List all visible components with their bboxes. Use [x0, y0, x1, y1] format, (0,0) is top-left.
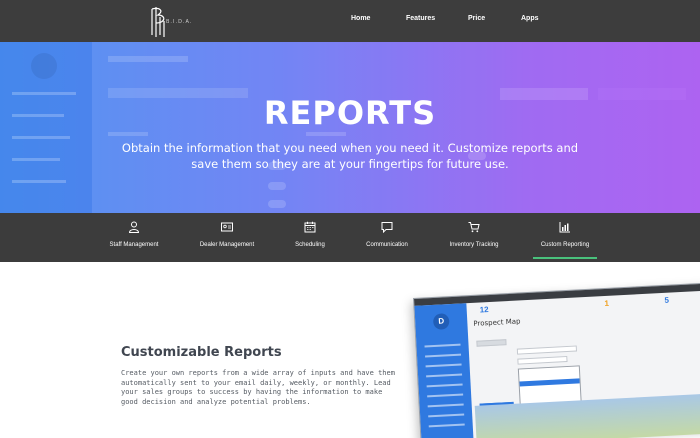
- id-card-icon: [221, 222, 233, 232]
- section-title: Customizable Reports: [121, 345, 282, 360]
- brand-logo-text: B.I.D.A.: [166, 19, 193, 25]
- mockup-sidebar: D: [414, 303, 474, 438]
- mockup-avatar: D: [432, 313, 450, 330]
- tab-label: Dealer Management: [199, 242, 255, 248]
- active-tab-indicator: [533, 257, 597, 259]
- tab-scheduling[interactable]: Scheduling: [290, 213, 330, 262]
- calendar-icon: [304, 221, 316, 233]
- mockup-sidebar-item: [425, 353, 462, 358]
- mockup-page-title: Prospect Map: [473, 317, 521, 328]
- tab-custom-reporting[interactable]: Custom Reporting: [533, 213, 597, 262]
- mockup-stat: 1: [604, 298, 610, 308]
- app-screenshot-mockup: D 12 1 5 3 Prospect Map: [413, 282, 700, 438]
- mockup-stat: 12: [479, 305, 489, 315]
- feature-tabs: Staff Management Dealer Management Sched…: [0, 213, 700, 262]
- tab-label: Custom Reporting: [540, 242, 590, 248]
- section-description: Create your own reports from a wide arra…: [121, 369, 395, 406]
- tab-inventory-tracking[interactable]: Inventory Tracking: [446, 213, 502, 262]
- mockup-sidebar-item: [425, 363, 462, 368]
- mockup-sidebar-item: [424, 343, 461, 348]
- tab-label: Inventory Tracking: [449, 242, 499, 248]
- hero-title: REPORTS: [263, 94, 437, 132]
- shopping-cart-icon: [468, 222, 480, 233]
- nav-price-link[interactable]: Price: [468, 15, 485, 22]
- mockup-input: [517, 356, 568, 365]
- mockup-stat: 5: [664, 295, 670, 305]
- nav-home-link[interactable]: Home: [351, 15, 370, 22]
- hero-banner: REPORTS Obtain the information that you …: [0, 42, 700, 213]
- chat-bubble-icon: [381, 222, 393, 233]
- nav-features-link[interactable]: Features: [406, 15, 435, 22]
- mockup-sidebar-item: [428, 413, 465, 418]
- tab-dealer-management[interactable]: Dealer Management: [185, 213, 269, 262]
- tab-label: Communication: [366, 242, 408, 248]
- bar-chart-icon: [559, 222, 570, 233]
- top-navbar: B.I.D.A. Home Features Price Apps: [0, 0, 700, 42]
- mockup-sidebar-item: [426, 383, 463, 388]
- mockup-sidebar-item: [427, 393, 464, 398]
- page: B.I.D.A. Home Features Price Apps REPORT…: [0, 0, 700, 438]
- mockup-input: [516, 345, 578, 355]
- nav-apps-link[interactable]: Apps: [521, 15, 539, 22]
- mockup-button: [476, 339, 507, 347]
- mockup-sidebar-item: [428, 423, 465, 428]
- tab-label: Staff Management: [109, 242, 159, 248]
- mockup-sidebar-item: [427, 403, 464, 408]
- hero-subtitle: Obtain the information that you need whe…: [121, 141, 579, 171]
- tab-communication[interactable]: Communication: [362, 213, 412, 262]
- mockup-dropdown-selected: [519, 378, 580, 387]
- person-icon: [128, 221, 140, 233]
- tab-label: Scheduling: [295, 242, 325, 248]
- mockup-sidebar-item: [426, 373, 463, 378]
- tab-staff-management[interactable]: Staff Management: [104, 213, 164, 262]
